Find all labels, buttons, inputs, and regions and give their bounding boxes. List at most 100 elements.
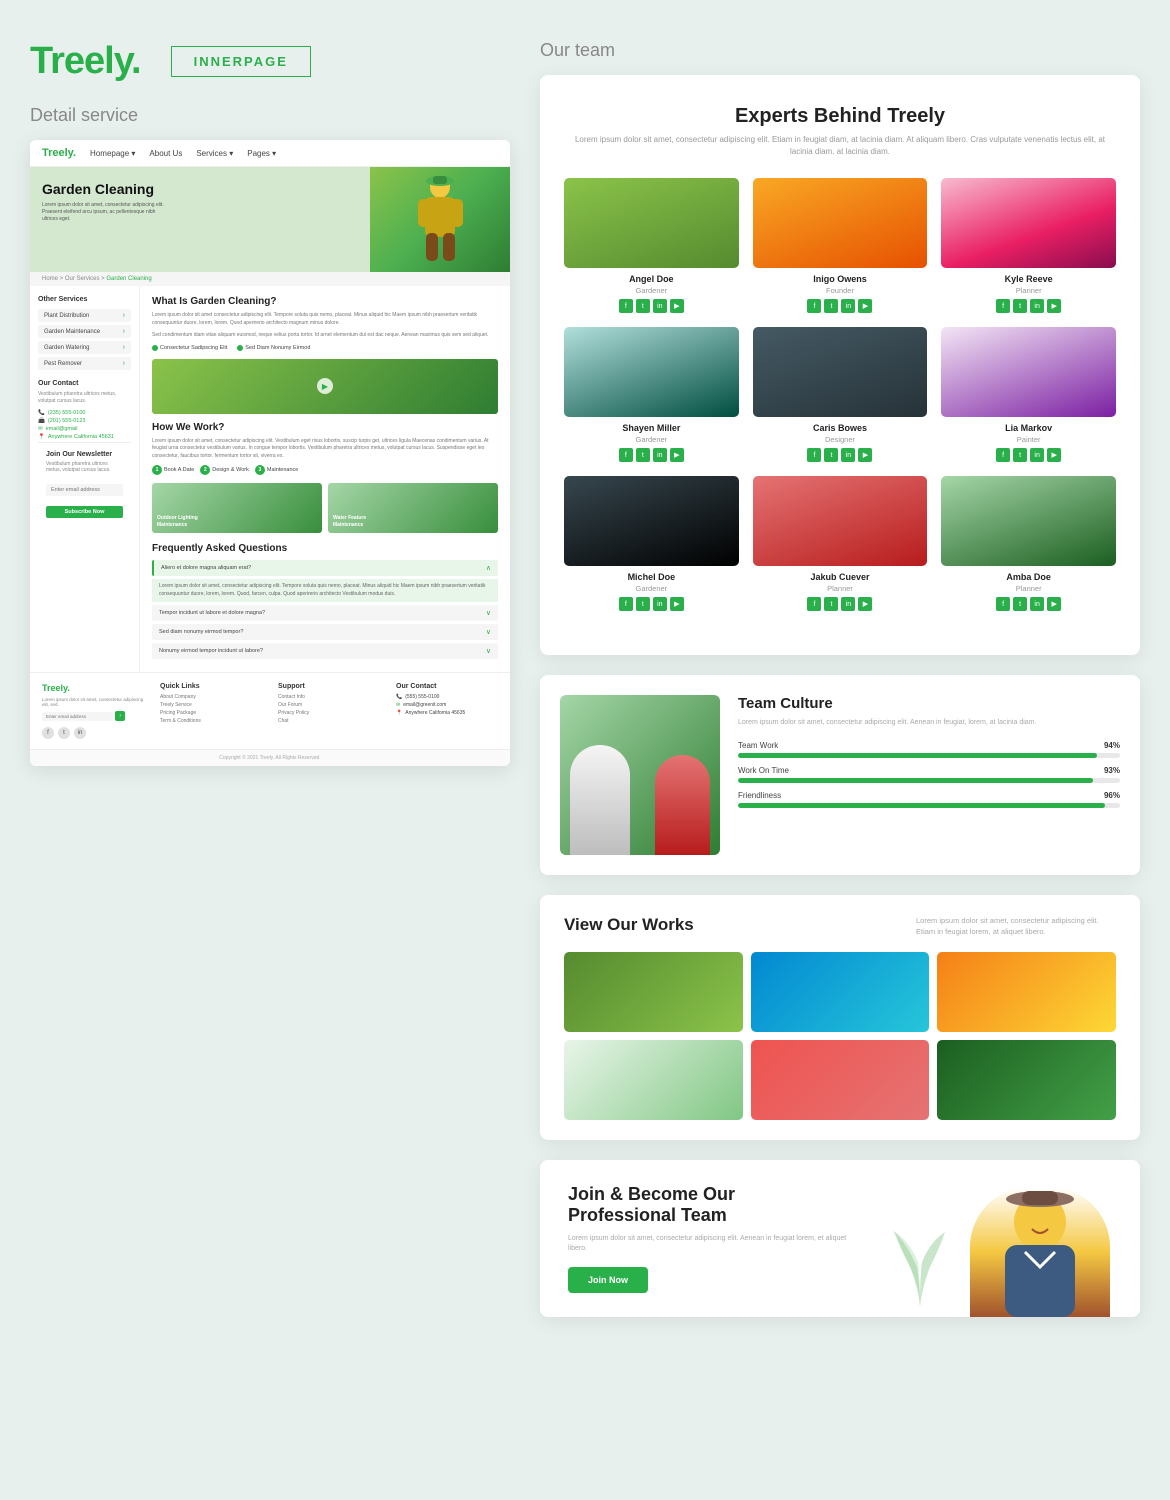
social-in[interactable]: in	[653, 448, 667, 462]
footer-submit-btn[interactable]: ›	[115, 711, 125, 721]
phone-icon: 📞	[396, 694, 402, 700]
service-item-pest[interactable]: Pest Remover ›	[38, 357, 131, 370]
service-item-watering[interactable]: Garden Watering ›	[38, 341, 131, 354]
service-item-plant[interactable]: Plant Distribution ›	[38, 309, 131, 322]
social-fb[interactable]: f	[807, 299, 821, 313]
social-yt[interactable]: ▶	[858, 597, 872, 611]
faq-item-4[interactable]: Nonumy eirmod tempor incidunt ut labore?…	[152, 643, 498, 659]
arrow-icon: ›	[123, 312, 125, 319]
team-member-shayen: Shayen Miller Gardener f t in ▶	[564, 327, 739, 462]
social-yt[interactable]: ▶	[1047, 299, 1061, 313]
card-outdoor[interactable]: Outdoor LightingMaintenance	[152, 483, 322, 533]
social-fb[interactable]: f	[619, 597, 633, 611]
social-fb[interactable]: f	[996, 597, 1010, 611]
social-fb[interactable]: f	[996, 299, 1010, 313]
social-fb[interactable]: f	[619, 448, 633, 462]
facebook-icon[interactable]: f	[42, 727, 54, 739]
video-thumbnail[interactable]: ▶	[152, 359, 498, 414]
check-item-2: Sed Diam Nonumy Eirmod	[237, 345, 310, 351]
social-yt[interactable]: ▶	[670, 448, 684, 462]
service-item-maintenance[interactable]: Garden Maintenance ›	[38, 325, 131, 338]
social-yt[interactable]: ▶	[670, 299, 684, 313]
logo: Treely.	[30, 40, 141, 83]
footer-link-privacy[interactable]: Privacy Policy	[278, 710, 380, 716]
social-yt[interactable]: ▶	[670, 597, 684, 611]
social-yt[interactable]: ▶	[1047, 597, 1061, 611]
social-in[interactable]: in	[841, 299, 855, 313]
social-tw[interactable]: t	[824, 597, 838, 611]
social-tw[interactable]: t	[824, 299, 838, 313]
social-in[interactable]: in	[841, 597, 855, 611]
contact-desc: Vestibulum pharetra ultrices metus, volu…	[38, 391, 131, 405]
newsletter-email-input[interactable]	[46, 484, 123, 496]
social-fb[interactable]: f	[807, 597, 821, 611]
footer-link-chat[interactable]: Chat	[278, 718, 380, 724]
check-dot	[237, 345, 243, 351]
instagram-icon[interactable]: in	[74, 727, 86, 739]
social-fb[interactable]: f	[619, 299, 633, 313]
social-tw[interactable]: t	[1013, 448, 1027, 462]
faq-arrow-3: ∨	[486, 628, 491, 636]
phone-icon: 📞	[38, 410, 45, 416]
play-button[interactable]: ▶	[317, 378, 333, 394]
member-name-shayen: Shayen Miller	[564, 423, 739, 433]
breadcrumb-current: Garden Cleaning	[106, 276, 151, 282]
member-name-michel: Michel Doe	[564, 572, 739, 582]
social-fb[interactable]: f	[996, 448, 1010, 462]
social-tw[interactable]: t	[636, 299, 650, 313]
social-fb[interactable]: f	[807, 448, 821, 462]
contact-phone2: 📠 (201) 555-0123	[38, 418, 131, 424]
arrow-icon: ›	[123, 344, 125, 351]
faq-item-2[interactable]: Tempor incidunt ut labore et dolore magn…	[152, 605, 498, 621]
social-in[interactable]: in	[653, 299, 667, 313]
mini-nav-link-about[interactable]: About Us	[149, 149, 182, 158]
team-card: Experts Behind Treely Lorem ipsum dolor …	[540, 75, 1140, 655]
footer-email-input[interactable]	[42, 712, 113, 721]
member-photo-jakub	[753, 476, 928, 566]
social-yt[interactable]: ▶	[858, 448, 872, 462]
works-img-4[interactable]	[564, 1040, 743, 1120]
social-in[interactable]: in	[1030, 597, 1044, 611]
social-in[interactable]: in	[1030, 448, 1044, 462]
works-img-5[interactable]	[751, 1040, 930, 1120]
mini-nav-link-pages[interactable]: Pages ▾	[247, 149, 276, 158]
footer-link-contact[interactable]: Contact Info	[278, 694, 380, 700]
works-img-2[interactable]	[751, 952, 930, 1032]
social-tw[interactable]: t	[636, 597, 650, 611]
footer-link-about[interactable]: About Company	[160, 694, 262, 700]
member-name-caris: Caris Bowes	[753, 423, 928, 433]
footer-link-terms[interactable]: Term & Conditions	[160, 718, 262, 724]
works-desc: Lorem ipsum dolor sit amet, consectetur …	[916, 915, 1116, 938]
social-tw[interactable]: t	[824, 448, 838, 462]
subscribe-button[interactable]: Subscribe Now	[46, 506, 123, 518]
card-water[interactable]: Water FeatureMaintenance	[328, 483, 498, 533]
contact-phone1: 📞 (235) 555-0100	[38, 410, 131, 416]
twitter-icon[interactable]: t	[58, 727, 70, 739]
member-photo-kyle	[941, 178, 1116, 268]
social-tw[interactable]: t	[1013, 299, 1027, 313]
step-number-1: 1	[152, 465, 162, 475]
works-img-1[interactable]	[564, 952, 743, 1032]
faq-item-1[interactable]: Aliero et dolore magna aliquam erat? ∧	[152, 560, 498, 576]
social-in[interactable]: in	[841, 448, 855, 462]
footer-link-forum[interactable]: Our Forum	[278, 702, 380, 708]
social-tw[interactable]: t	[636, 448, 650, 462]
faq-item-3[interactable]: Sed diam nonumy eirmod tempor? ∨	[152, 624, 498, 640]
mini-nav-link-home[interactable]: Homepage ▾	[90, 149, 135, 158]
social-yt[interactable]: ▶	[858, 299, 872, 313]
social-in[interactable]: in	[653, 597, 667, 611]
member-role-amba: Planner	[941, 584, 1116, 593]
social-in[interactable]: in	[1030, 299, 1044, 313]
footer-link-treely[interactable]: Treely Service	[160, 702, 262, 708]
social-tw[interactable]: t	[1013, 597, 1027, 611]
member-name-inigo: Inigo Owens	[753, 274, 928, 284]
social-yt[interactable]: ▶	[1047, 448, 1061, 462]
mini-nav-link-services[interactable]: Services ▾	[196, 149, 233, 158]
works-img-6[interactable]	[937, 1040, 1116, 1120]
join-button[interactable]: Join Now	[568, 1267, 648, 1293]
email-icon: ✉	[38, 426, 43, 432]
works-img-3[interactable]	[937, 952, 1116, 1032]
mini-hero-desc: Lorem ipsum dolor sit amet, consectetur …	[42, 202, 172, 223]
plant-decoration	[890, 1227, 950, 1307]
footer-link-pricing[interactable]: Pricing Package	[160, 710, 262, 716]
